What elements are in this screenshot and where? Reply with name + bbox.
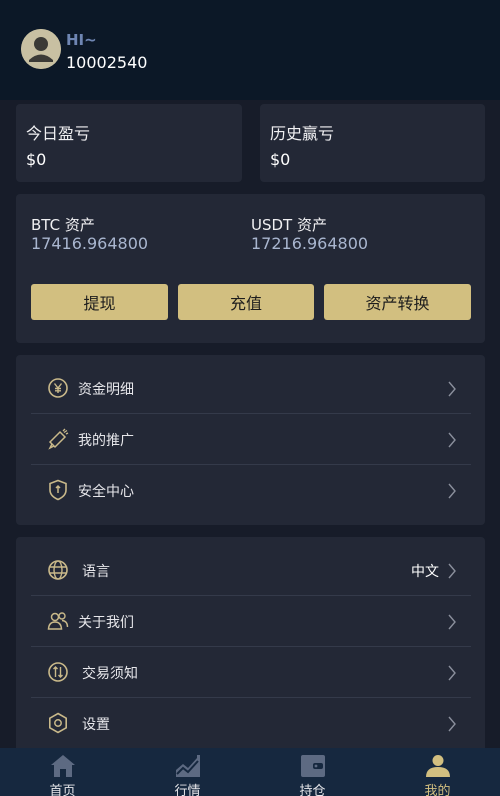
asset-transfer-button[interactable]: 资产转换 <box>324 284 471 320</box>
language-value: 中文 <box>411 564 439 580</box>
menu-item-fund-details[interactable]: 资金明细 <box>31 363 471 414</box>
tab-market[interactable]: 行情 <box>125 748 250 796</box>
menu-label-my-promotion: 我的推广 <box>78 433 134 449</box>
tab-label-market: 行情 <box>174 784 201 796</box>
profile-header: HI~ 10002540 <box>0 0 500 100</box>
usdt-asset-value: 17216.964800 <box>251 234 369 253</box>
user-icon <box>425 755 450 777</box>
chevron-right-icon <box>448 716 456 732</box>
tab-home[interactable]: 首页 <box>0 748 125 796</box>
menu-item-settings[interactable]: 设置 <box>31 698 471 749</box>
btc-asset-value: 17416.964800 <box>31 234 149 253</box>
wallet-icon <box>300 755 325 777</box>
menu-label-settings: 设置 <box>82 717 110 733</box>
home-icon <box>50 755 75 777</box>
greeting-text: HI~ <box>66 31 97 49</box>
exchange-icon <box>48 662 68 682</box>
chevron-right-icon <box>448 432 456 448</box>
menu-label-trading-notice: 交易须知 <box>82 666 138 682</box>
history-profit-label: 历史赢亏 <box>270 124 335 143</box>
menu-item-trading-notice[interactable]: 交易须知 <box>31 647 471 698</box>
chevron-right-icon <box>448 614 456 630</box>
history-profit-value: $0 <box>270 150 291 169</box>
gear-icon <box>49 712 67 734</box>
menu-item-language[interactable]: 语言 中文 <box>31 545 471 596</box>
menu-label-about-us: 关于我们 <box>78 615 134 631</box>
chevron-right-icon <box>448 665 456 681</box>
today-profit-label: 今日盈亏 <box>26 124 91 143</box>
avatar[interactable] <box>21 29 61 69</box>
today-profit-card: 今日盈亏 $0 <box>16 104 242 182</box>
bottom-tab-bar: 首页 行情 持仓 我的 <box>0 748 500 796</box>
shield-icon <box>49 479 67 501</box>
menu-item-my-promotion[interactable]: 我的推广 <box>31 414 471 465</box>
chevron-right-icon <box>448 381 456 397</box>
btc-asset-label: BTC 资产 <box>31 216 95 234</box>
menu-item-about-us[interactable]: 关于我们 <box>31 596 471 647</box>
avatar-user-icon <box>21 29 61 69</box>
yen-coin-icon <box>48 378 68 398</box>
menu-card-account: 资金明细 我的推广 安全中心 <box>16 355 485 525</box>
withdraw-button[interactable]: 提现 <box>31 284 168 320</box>
usdt-asset-label: USDT 资产 <box>251 216 327 234</box>
menu-item-security-center[interactable]: 安全中心 <box>31 465 471 516</box>
market-chart-icon <box>175 755 200 777</box>
history-profit-card: 历史赢亏 $0 <box>260 104 485 182</box>
menu-label-fund-details: 资金明细 <box>78 382 134 398</box>
tab-label-mine: 我的 <box>424 784 451 796</box>
tab-label-positions: 持仓 <box>299 784 326 796</box>
menu-label-language: 语言 <box>82 564 110 580</box>
menu-label-security-center: 安全中心 <box>78 484 134 500</box>
megaphone-icon <box>48 428 69 450</box>
tab-label-home: 首页 <box>49 784 76 796</box>
assets-card: BTC 资产 17416.964800 USDT 资产 17216.964800… <box>16 194 485 343</box>
today-profit-value: $0 <box>26 150 47 169</box>
users-icon <box>47 612 69 630</box>
chevron-right-icon <box>448 483 456 499</box>
globe-icon <box>48 560 68 580</box>
tab-positions[interactable]: 持仓 <box>250 748 375 796</box>
tab-mine[interactable]: 我的 <box>375 748 500 796</box>
user-id: 10002540 <box>66 53 148 72</box>
deposit-button[interactable]: 充值 <box>178 284 314 320</box>
chevron-right-icon <box>448 563 456 579</box>
menu-card-settings: 语言 中文 关于我们 交易须知 设置 <box>16 537 485 752</box>
